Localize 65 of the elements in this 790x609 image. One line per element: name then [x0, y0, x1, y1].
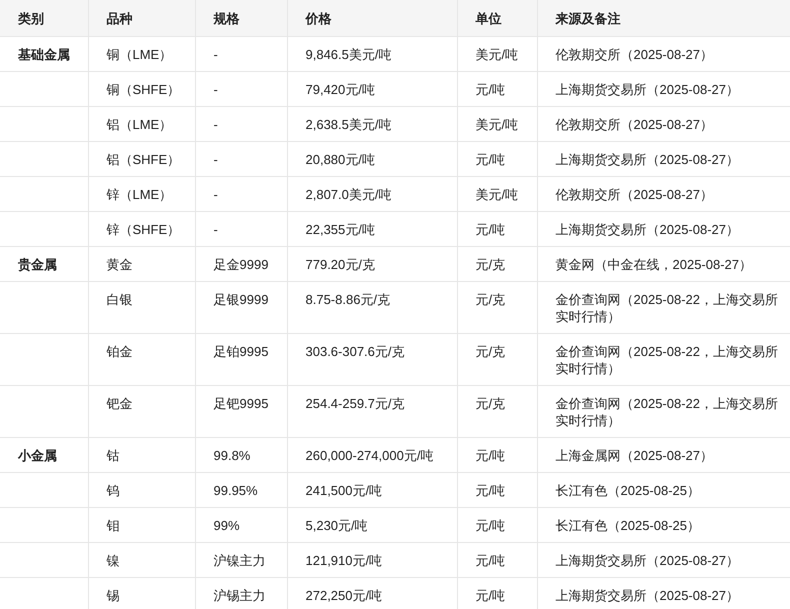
- table-cell: 22,355元/吨: [287, 212, 457, 246]
- table-cell: 美元/吨: [457, 36, 537, 72]
- table-cell: 锌（SHFE）: [88, 212, 195, 246]
- column-header: 规格: [195, 0, 287, 36]
- table-cell: 元/吨: [457, 542, 537, 578]
- table-cell: 2,638.5美元/吨: [287, 106, 457, 142]
- table-cell: 钼: [88, 508, 195, 542]
- table-cell: 白银: [88, 282, 195, 334]
- table-cell: 121,910元/吨: [287, 542, 457, 578]
- column-header: 类别: [0, 0, 88, 36]
- table-cell: 小金属: [0, 438, 88, 472]
- table-cell: 元/吨: [457, 72, 537, 106]
- table-cell: 钯金: [88, 386, 195, 438]
- table-cell: 足金9999: [195, 246, 287, 282]
- table-cell: 贵金属: [0, 246, 88, 282]
- table-cell: -: [195, 176, 287, 212]
- column-header: 单位: [457, 0, 537, 36]
- table-cell: 779.20元/克: [287, 246, 457, 282]
- table-cell: 99.95%: [195, 472, 287, 508]
- table-cell: 5,230元/吨: [287, 508, 457, 542]
- table-cell: 沪镍主力: [195, 542, 287, 578]
- table-cell: 元/克: [457, 386, 537, 438]
- table-cell: 79,420元/吨: [287, 72, 457, 106]
- table-cell: 元/吨: [457, 212, 537, 246]
- table-cell: 8.75-8.86元/克: [287, 282, 457, 334]
- table-cell: 钴: [88, 438, 195, 472]
- table-cell: 241,500元/吨: [287, 472, 457, 508]
- table-cell: 黄金: [88, 246, 195, 282]
- table-cell: -: [195, 72, 287, 106]
- table-cell: 铂金: [88, 334, 195, 386]
- table-cell: 足铂9995: [195, 334, 287, 386]
- table-cell: 铝（LME）: [88, 106, 195, 142]
- table-cell: 254.4-259.7元/克: [287, 386, 457, 438]
- table-cell: 美元/吨: [457, 106, 537, 142]
- table-cell: 锌（LME）: [88, 176, 195, 212]
- table-cell: 铝（SHFE）: [88, 142, 195, 176]
- table-cell: 足钯9995: [195, 386, 287, 438]
- table-cell: 基础金属: [0, 36, 88, 72]
- table-cell: 足银9999: [195, 282, 287, 334]
- table-cell: 9,846.5美元/吨: [287, 36, 457, 72]
- table-cell: -: [195, 106, 287, 142]
- column-header: 品种: [88, 0, 195, 36]
- table-cell: 元/克: [457, 334, 537, 386]
- table-cell: 钨: [88, 472, 195, 508]
- table-cell: 元/吨: [457, 142, 537, 176]
- table-cell: 99%: [195, 508, 287, 542]
- table-cell: 镍: [88, 542, 195, 578]
- table-cell: 260,000-274,000元/吨: [287, 438, 457, 472]
- column-header: 价格: [287, 0, 457, 36]
- table-cell: 2,807.0美元/吨: [287, 176, 457, 212]
- table-cell: 20,880元/吨: [287, 142, 457, 176]
- table-cell: 美元/吨: [457, 176, 537, 212]
- table-cell: 铜（SHFE）: [88, 72, 195, 106]
- column-header: 来源及备注: [537, 0, 790, 36]
- table-cell: 元/吨: [457, 508, 537, 542]
- table-cell: -: [195, 36, 287, 72]
- table-cell: 铜（LME）: [88, 36, 195, 72]
- table-cell: 元/吨: [457, 438, 537, 472]
- table-cell: 元/克: [457, 246, 537, 282]
- table-cell: 303.6-307.6元/克: [287, 334, 457, 386]
- table-cell: -: [195, 212, 287, 246]
- table-cell: 99.8%: [195, 438, 287, 472]
- table-cell: 元/吨: [457, 472, 537, 508]
- table-cell: -: [195, 142, 287, 176]
- table-cell: 元/克: [457, 282, 537, 334]
